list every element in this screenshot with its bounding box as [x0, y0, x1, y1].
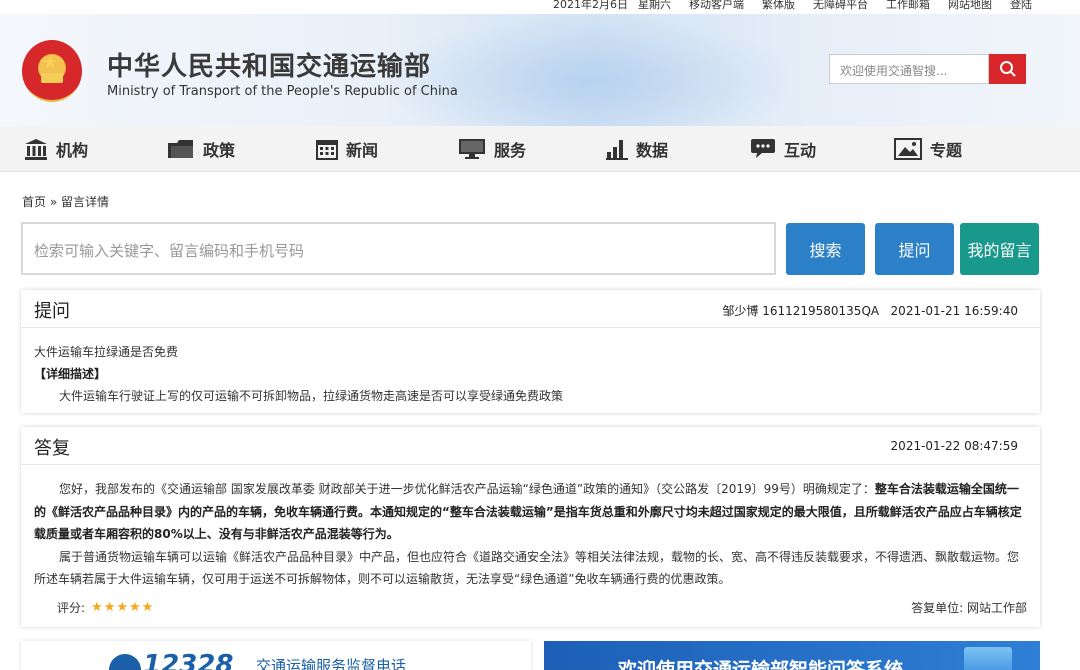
question-card-header: 提问 邹少博 1611219580135QA 2021-01-21 16:59:… — [21, 290, 1040, 328]
breadcrumb-home[interactable]: 首页 — [22, 195, 46, 209]
header-search-button[interactable] — [989, 54, 1026, 84]
header-search-input[interactable]: 欢迎使用交通智搜... — [829, 54, 989, 84]
answer-card-header: 答复 2021-01-22 08:47:59 — [21, 427, 1040, 465]
login-link[interactable]: 登陆 — [1010, 0, 1032, 12]
date-text: 2021年2月6日 — [553, 0, 628, 11]
breadcrumb-separator: » — [49, 195, 58, 209]
nav-label: 新闻 — [346, 141, 379, 160]
nav-label: 专题 — [930, 141, 963, 160]
folder-icon — [168, 140, 193, 158]
question-detail: 大件运输车行驶证上写的仅可运输不可拆卸物品，拉绿通货物走高速是否可以享受绿通免费… — [59, 389, 564, 403]
question-card: 提问 邹少博 1611219580135QA 2021-01-21 16:59:… — [21, 290, 1040, 413]
work-email-link[interactable]: 工作邮箱 — [886, 0, 930, 12]
top-utility-bar: 2021年2月6日 星期六 移动客户端 繁体版 无障碍平台 工作邮箱 网站地图 … — [0, 0, 1080, 14]
rating-label: 评分: — [57, 601, 86, 615]
question-author: 邹少博 — [722, 304, 759, 318]
answer-body: 您好，我部发布的《交通运输部 国家发展改革委 财政部关于进一步优化鲜活农产品运输… — [34, 478, 1026, 591]
answer-paragraph-1: 您好，我部发布的《交通运输部 国家发展改革委 财政部关于进一步优化鲜活农产品运输… — [34, 478, 1026, 546]
answer-paragraph-2: 属于普通货物运输车辆可以运输《鲜活农产品品种目录》中产品，但也应符合《道路交通安… — [34, 549, 1020, 587]
answer-unit: 答复单位: 网站工作部 — [911, 599, 1027, 616]
nav-label: 数据 — [636, 141, 669, 160]
nav-label: 政策 — [203, 141, 236, 160]
site-title-cn[interactable]: 中华人民共和国交通运输部 — [107, 46, 431, 83]
question-meta: 邹少博 1611219580135QA 2021-01-21 16:59:40 — [722, 302, 1018, 319]
unit-value: 网站工作部 — [966, 601, 1027, 615]
nav-label: 互动 — [784, 141, 817, 160]
search-icon — [999, 61, 1016, 77]
message-search-input[interactable]: 检索可输入关键字、留言编码和手机号码 — [21, 222, 776, 275]
site-header: ★ 中华人民共和国交通运输部 Ministry of Transport of … — [0, 14, 1080, 126]
qa-system-text: 欢迎使用交通运输部智能问答系统 — [618, 659, 904, 670]
site-title-en: Ministry of Transport of the People's Re… — [107, 84, 458, 99]
nav-label: 服务 — [494, 141, 527, 160]
hotline-text: 交通运输服务监督电话 — [256, 657, 407, 670]
traditional-chinese-link[interactable]: 繁体版 — [762, 0, 795, 12]
unit-label: 答复单位: — [911, 601, 964, 615]
picture-icon — [894, 138, 922, 160]
question-datetime: 2021-01-21 16:59:40 — [890, 304, 1018, 318]
answer-heading: 答复 — [34, 438, 70, 459]
institution-icon — [25, 139, 47, 160]
national-emblem-logo[interactable]: ★ — [22, 40, 82, 102]
nav-item-service[interactable]: 服务 — [458, 126, 526, 172]
answer-p1-normal: 您好，我部发布的《交通运输部 国家发展改革委 财政部关于进一步优化鲜活农产品运输… — [59, 482, 875, 496]
search-button[interactable]: 搜索 — [786, 223, 865, 275]
question-heading: 提问 — [34, 301, 70, 322]
calendar-icon — [316, 140, 338, 160]
accessibility-link[interactable]: 无障碍平台 — [813, 0, 868, 12]
rating: 评分: ★★★★★ — [57, 599, 154, 616]
city-illustration-icon — [964, 647, 1012, 670]
question-code: 1611219580135QA — [762, 304, 880, 318]
my-messages-button[interactable]: 我的留言 — [960, 223, 1039, 275]
question-title: 大件运输车拉绿通是否免费 — [34, 345, 179, 359]
header-background-wave — [380, 14, 800, 126]
nav-item-interaction[interactable]: 互动 — [750, 126, 816, 172]
hotline-number: 12328 — [143, 650, 234, 670]
answer-card: 答复 2021-01-22 08:47:59 您好，我部发布的《交通运输部 国家… — [21, 427, 1040, 627]
ask-question-button[interactable]: 提问 — [875, 223, 954, 275]
nav-item-institution[interactable]: 机构 — [24, 126, 88, 172]
date-display: 2021年2月6日 星期六 — [553, 0, 671, 12]
bar-chart-icon — [606, 140, 628, 160]
nav-item-topics[interactable]: 专题 — [894, 126, 962, 172]
weekday-text: 星期六 — [638, 0, 671, 11]
answer-datetime: 2021-01-22 08:47:59 — [890, 439, 1018, 453]
hotline-banner[interactable]: 12328 交通运输服务监督电话 — [21, 641, 531, 670]
chat-bubble-icon — [751, 139, 775, 158]
hotline-logo-icon — [109, 654, 141, 670]
main-nav: 机构 政策 新闻 服务 数据 互动 专题 — [0, 126, 1080, 172]
qa-system-banner[interactable]: 欢迎使用交通运输部智能问答系统 — [544, 641, 1040, 670]
nav-label: 机构 — [56, 141, 89, 160]
detail-label: 【详细描述】 — [34, 367, 107, 381]
mobile-client-link[interactable]: 移动客户端 — [689, 0, 744, 12]
star-rating-icon[interactable]: ★★★★★ — [91, 600, 154, 615]
monitor-icon — [459, 139, 485, 159]
nav-item-data[interactable]: 数据 — [606, 126, 668, 172]
nav-item-policy[interactable]: 政策 — [167, 126, 235, 172]
sitemap-link[interactable]: 网站地图 — [948, 0, 992, 12]
nav-item-news[interactable]: 新闻 — [316, 126, 378, 172]
breadcrumb: 首页 » 留言详情 — [22, 193, 109, 210]
breadcrumb-current: 留言详情 — [61, 195, 110, 209]
